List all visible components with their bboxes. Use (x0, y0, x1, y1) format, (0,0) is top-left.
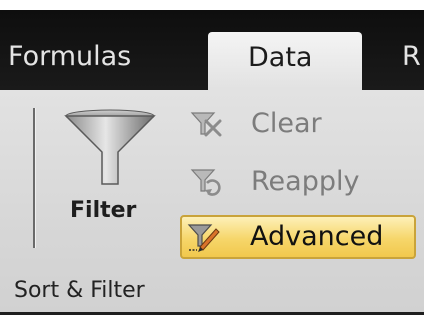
ribbon-panel: Filter Clear Reapply Advanced Sort & Fil… (0, 90, 424, 315)
advanced-button[interactable]: Advanced (180, 215, 416, 259)
tab-data-label: Data (248, 42, 313, 73)
advanced-filter-icon (187, 224, 220, 252)
advanced-label: Advanced (250, 221, 384, 252)
reapply-button[interactable]: Reapply (183, 160, 417, 204)
clear-filter-icon (190, 112, 222, 137)
tab-data[interactable]: Data (208, 32, 362, 90)
tab-review-partial[interactable]: R (402, 41, 421, 72)
reapply-filter-icon (190, 169, 221, 196)
filter-button[interactable]: Filter (56, 98, 166, 248)
excel-ribbon-window: Formulas Data R Filter Clear Reapply Adv… (0, 0, 428, 315)
reapply-label: Reapply (251, 166, 360, 197)
funnel-icon (64, 109, 156, 185)
ribbon-tab-bar: Formulas Data R (0, 10, 424, 90)
filter-label: Filter (70, 198, 137, 223)
clear-label: Clear (251, 108, 322, 139)
sort-filter-group-label: Sort & Filter (14, 278, 145, 303)
clear-button[interactable]: Clear (183, 102, 417, 146)
group-separator (33, 108, 36, 248)
tab-formulas[interactable]: Formulas (8, 41, 131, 72)
